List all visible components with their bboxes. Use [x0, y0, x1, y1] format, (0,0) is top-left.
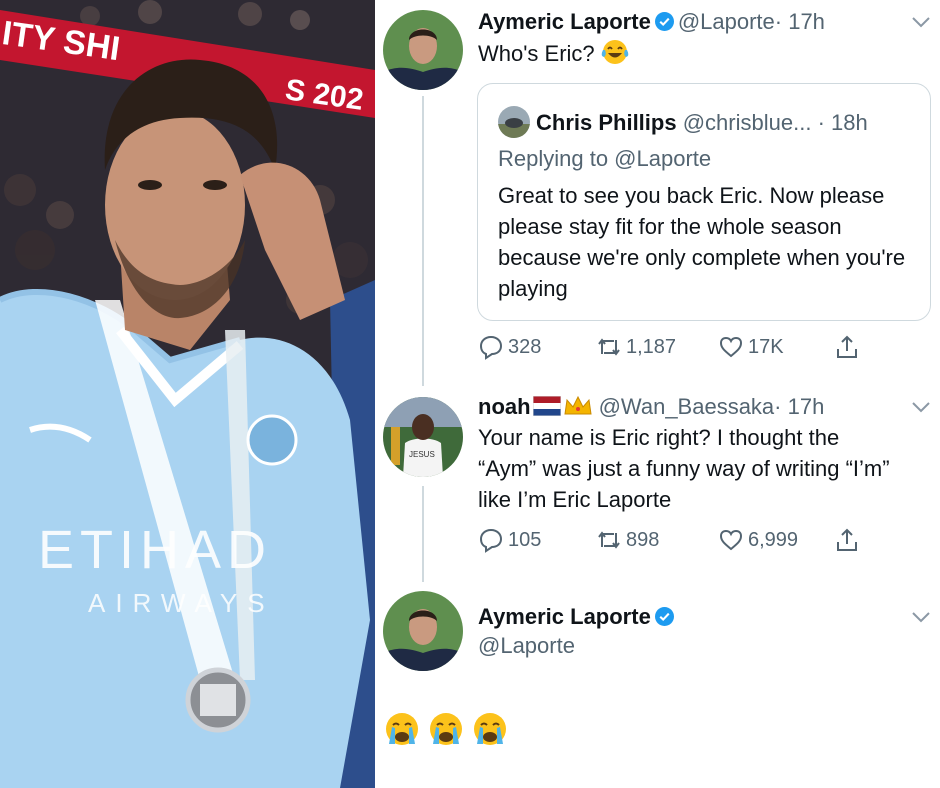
thread-line: [422, 486, 424, 582]
like-button[interactable]: 6,999: [718, 527, 798, 553]
reply-icon: [479, 335, 503, 360]
tweet-body: Who's Eric?: [478, 41, 595, 66]
tweet-handle-row: @Laporte: [478, 632, 575, 660]
like-count: 6,999: [748, 528, 799, 551]
crying-face-icon: [430, 713, 462, 745]
player-photo: ITY SHI S 202 ETIHAD AIRWAYS: [0, 0, 375, 788]
tweet-emoji-body: [383, 710, 509, 748]
verified-badge-icon: [654, 12, 674, 31]
retweet-count: 1,187: [626, 335, 677, 358]
tweet-actions: 105 898 6,999: [478, 527, 878, 555]
user-handle[interactable]: @Laporte: [678, 9, 775, 34]
chevron-down-icon[interactable]: [912, 401, 930, 413]
avatar[interactable]: [383, 591, 463, 671]
avatar[interactable]: [383, 10, 463, 90]
avatar[interactable]: JESUS: [383, 397, 463, 477]
share-button[interactable]: [834, 334, 860, 360]
tweet-text: Who's Eric?: [478, 38, 629, 69]
retweet-icon: [598, 531, 620, 549]
heart-icon: [719, 529, 743, 551]
tweet-thread: Aymeric Laporte @Laporte· 17h Who's Eric?…: [375, 0, 940, 788]
tweet-text: Your name is Eric right? I thought the “…: [478, 425, 890, 512]
share-button[interactable]: [834, 527, 860, 553]
share-icon: [837, 335, 857, 358]
heart-icon: [719, 336, 743, 358]
user-handle[interactable]: @Wan_Baessaka: [599, 394, 775, 419]
crying-face-icon: [474, 713, 506, 745]
retweet-count: 898: [626, 528, 660, 551]
quoted-avatar[interactable]: [498, 106, 530, 138]
reply-button[interactable]: 105: [478, 527, 541, 553]
retweet-button[interactable]: 1,187: [596, 334, 676, 360]
timestamp[interactable]: · 17h: [775, 9, 825, 34]
retweet-button[interactable]: 898: [596, 527, 659, 553]
chevron-down-icon[interactable]: [912, 611, 930, 623]
display-name[interactable]: noah: [478, 394, 531, 419]
thread-line: [422, 96, 424, 386]
chevron-down-icon[interactable]: [912, 16, 930, 28]
tweet-actions: 328 1,187 17K: [478, 334, 878, 362]
quoted-tweet-header: Chris Phillips @chrisblue... · 18h: [498, 106, 868, 138]
netherlands-flag-icon: [532, 396, 561, 416]
svg-text:JESUS: JESUS: [409, 450, 435, 459]
tweet-header: Aymeric Laporte: [478, 603, 678, 631]
display-name[interactable]: Aymeric Laporte: [478, 604, 651, 629]
shirt-sponsor: ETIHAD: [38, 520, 272, 580]
quoted-tweet[interactable]: Chris Phillips @chrisblue... · 18h Reply…: [477, 83, 931, 321]
shirt-sponsor-sub: AIRWAYS: [88, 588, 275, 618]
reply-count: 328: [508, 335, 542, 358]
quoted-user-handle[interactable]: @chrisblue...: [683, 110, 812, 135]
replying-to: Replying to @Laporte: [498, 146, 712, 171]
verified-badge-icon: [654, 607, 674, 626]
quoted-display-name[interactable]: Chris Phillips: [536, 110, 677, 135]
share-icon: [837, 528, 857, 551]
reply-count: 105: [508, 528, 542, 551]
like-button[interactable]: 17K: [718, 334, 784, 360]
like-count: 17K: [748, 335, 784, 358]
reply-button[interactable]: 328: [478, 334, 541, 360]
user-handle[interactable]: @Laporte: [478, 633, 575, 658]
tweet-header: Aymeric Laporte @Laporte· 17h: [478, 8, 825, 36]
quoted-timestamp[interactable]: · 18h: [818, 110, 868, 135]
crying-face-icon: [386, 713, 418, 745]
quoted-tweet-text: Great to see you back Eric. Now please p…: [498, 183, 906, 301]
display-name[interactable]: Aymeric Laporte: [478, 9, 651, 34]
crown-icon: [563, 395, 592, 415]
reply-icon: [479, 528, 503, 553]
timestamp[interactable]: · 17h: [774, 394, 824, 419]
retweet-icon: [598, 338, 620, 356]
laughing-tears-emoji-icon: [601, 40, 629, 64]
tweet-header: noah @Wan_Baessaka· 17h: [478, 393, 824, 421]
